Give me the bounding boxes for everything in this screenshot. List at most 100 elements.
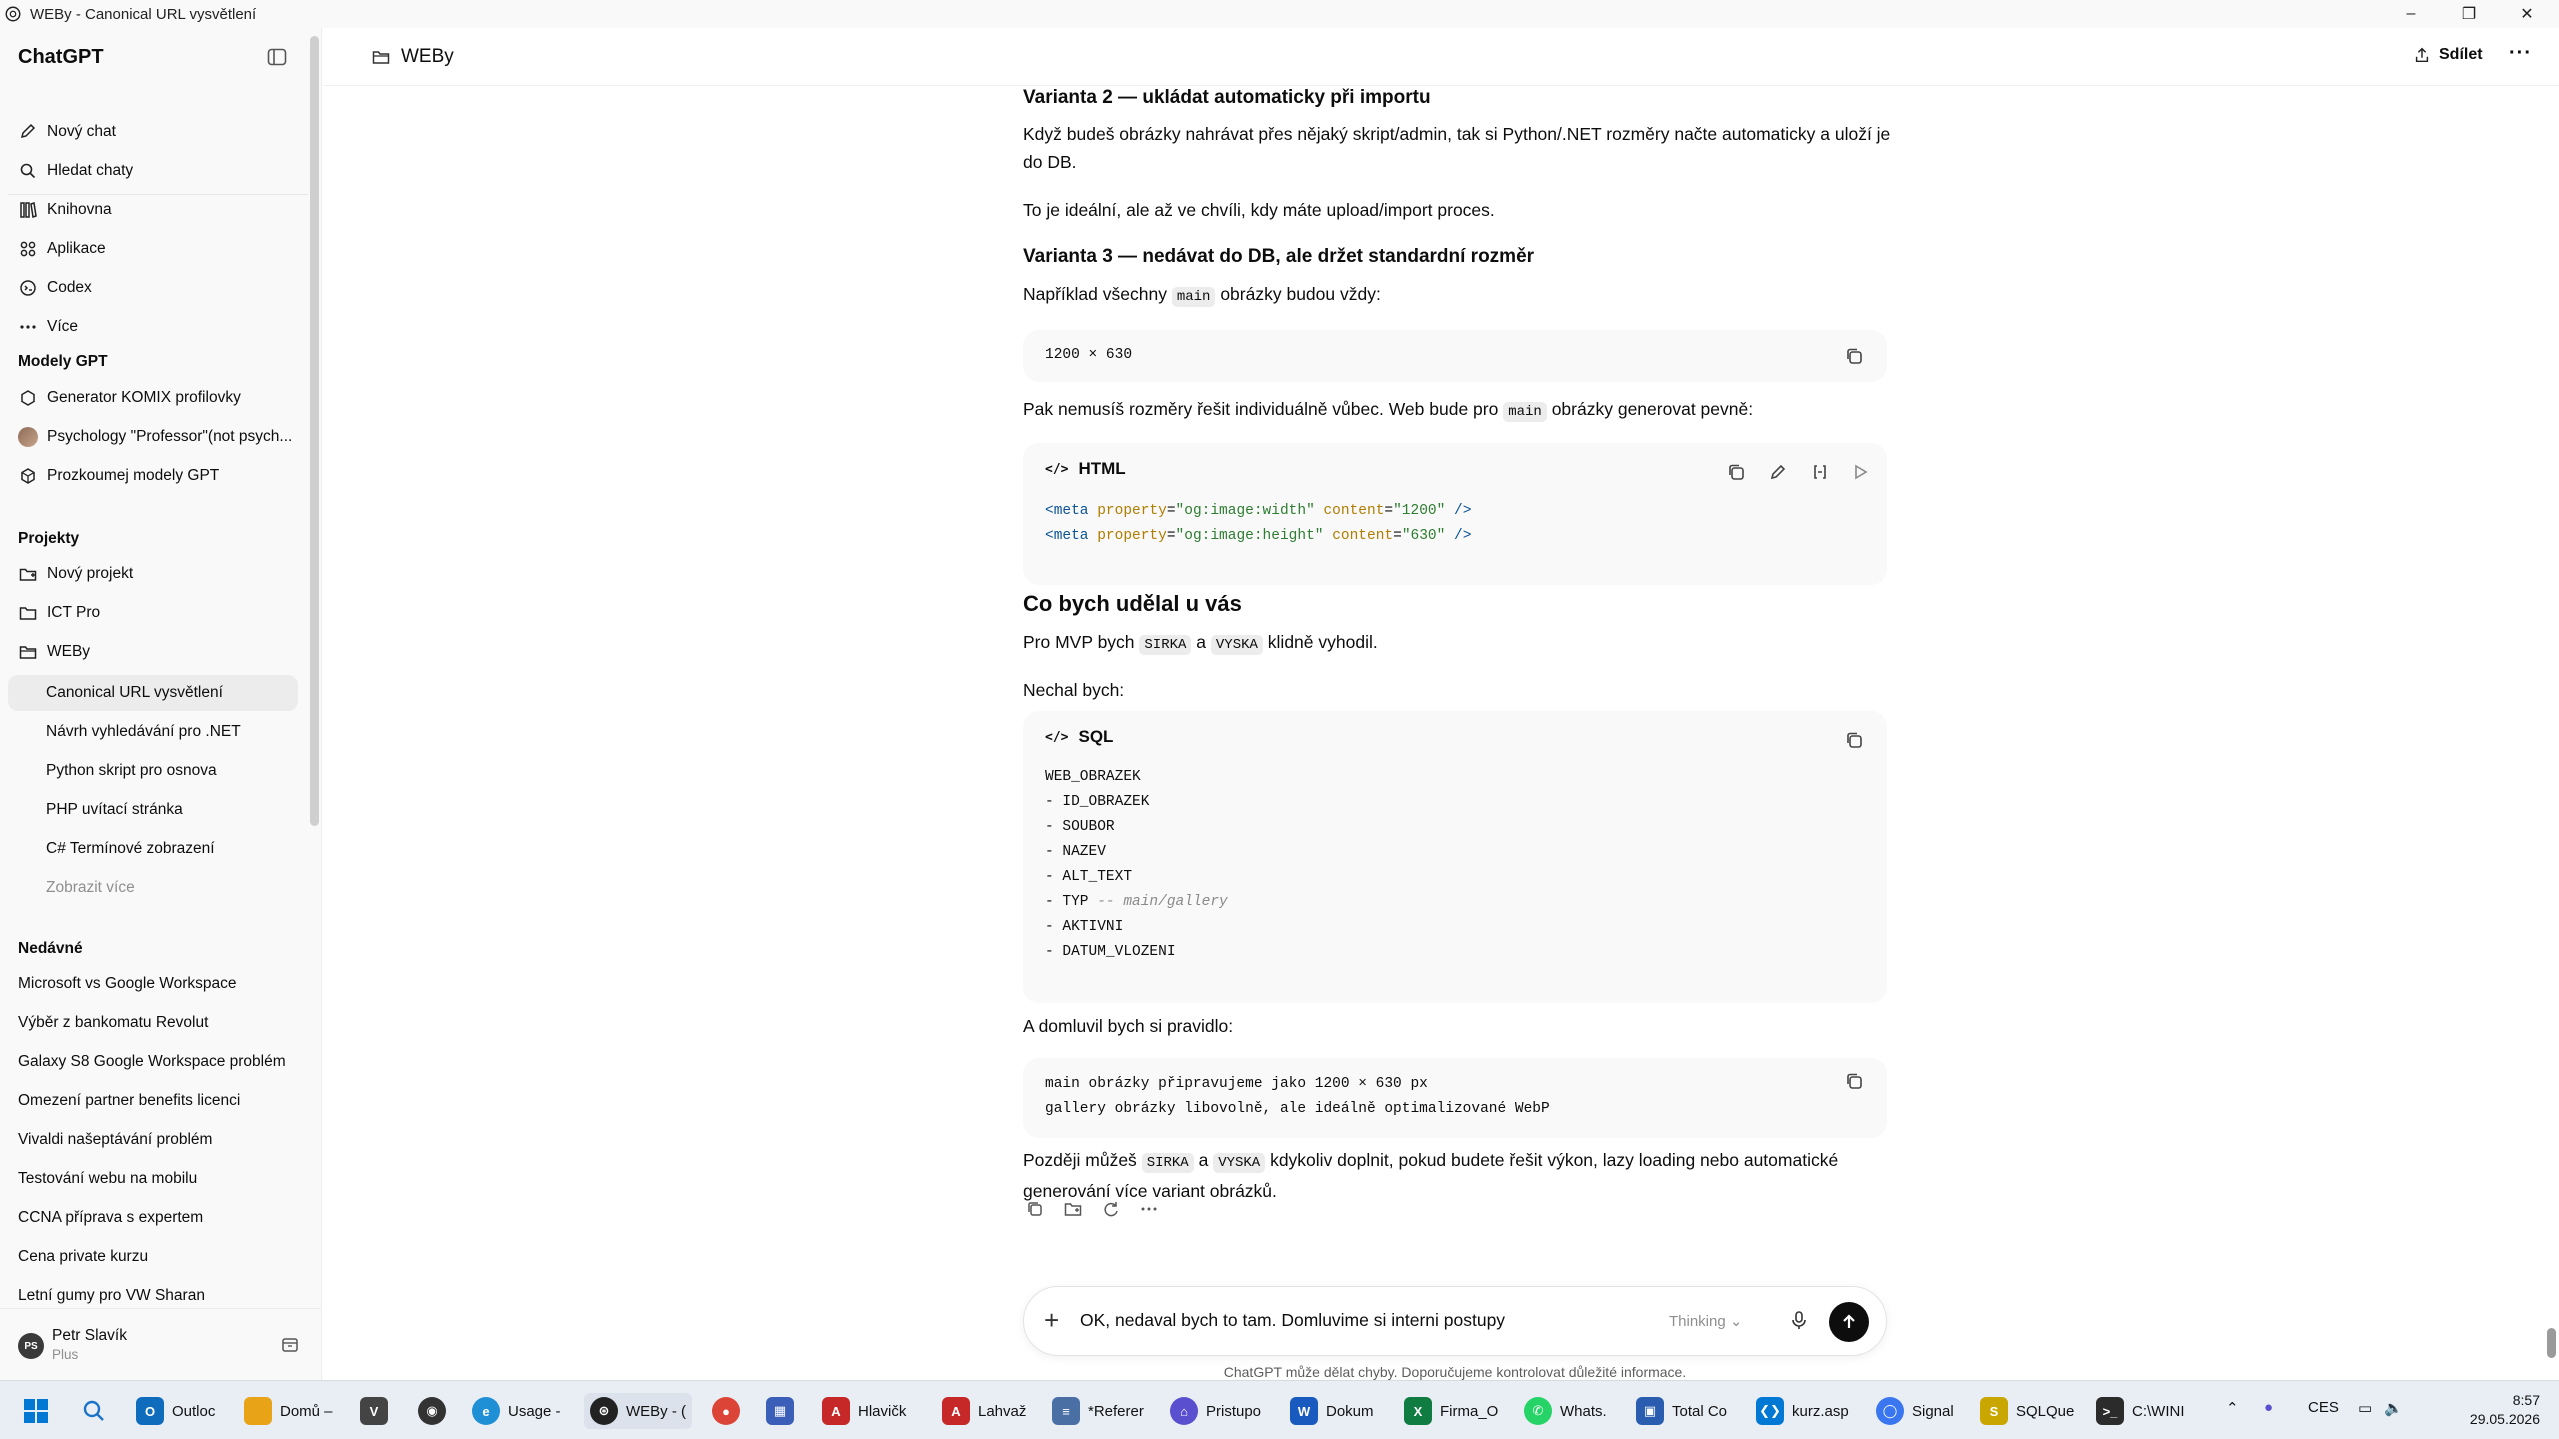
sidebar-item-new-project[interactable]: Nový projekt [8,556,298,592]
taskbar-app-whatsapp[interactable]: ✆ Whats. [1524,1393,1607,1429]
taskbar-app[interactable]: ▦ [766,1393,802,1429]
taskbar-app-chrome[interactable]: ● [712,1393,748,1429]
sidebar-item-label: Vivaldi našeptávání problém [18,1131,213,1148]
taskbar-app-explorer[interactable]: Domů – [244,1393,333,1429]
project-chat-php[interactable]: PHP uvítací stránka [8,792,298,828]
regenerate-icon[interactable] [1101,1199,1121,1219]
taskbar-app-chatgpt[interactable]: ⊛ WEBy - ( [584,1393,692,1429]
edit-icon[interactable] [1767,461,1789,483]
share-button[interactable]: Sdílet [2413,46,2483,64]
user-menu[interactable]: PS Petr Slavík Plus [0,1308,321,1380]
projects-heading: Projekty [18,530,80,547]
taskbar-app-notepad[interactable]: ≡ *Referer [1052,1393,1144,1429]
send-button[interactable] [1829,1302,1869,1342]
sidebar-item-label: CCNA příprava s expertem [18,1209,204,1226]
project-breadcrumb[interactable]: WEBy [371,46,454,68]
show-more-link[interactable]: Zobrazit více [8,870,298,906]
taskbar-app-label: WEBy - ( [626,1402,686,1420]
model-label: Thinking [1669,1313,1726,1330]
taskbar-app-pdf[interactable]: A Hlavičk [822,1393,906,1429]
taskbar-app-word[interactable]: W Dokum [1290,1393,1374,1429]
copy-icon[interactable] [1843,1070,1865,1092]
archive-icon[interactable] [280,1335,300,1355]
maximize-button[interactable]: ❐ [2440,0,2498,28]
tray-app-icon[interactable]: ● [2264,1399,2273,1416]
recent-chat-item[interactable]: Vivaldi našeptávání problém [8,1122,298,1158]
code-block-sql: </> SQL WEB_OBRAZEK - ID_OBRAZEK - SOUBO… [1023,711,1887,1003]
microphone-icon[interactable] [1788,1309,1810,1331]
copy-icon[interactable] [1725,461,1747,483]
main-panel: WEBy Sdílet ··· Varianta 2 — ukládat aut… [323,28,2559,1380]
tray-overflow-icon[interactable]: ⌃ [2226,1399,2239,1417]
text: Například všechny [1023,284,1167,304]
sidebar-item-gpt-psychology[interactable]: Psychology "Professor"(not psych... [8,419,298,455]
recent-chat-item[interactable]: CCNA příprava s expertem [8,1200,298,1236]
taskbar-app-vscode[interactable]: ❮❯ kurz.asp [1756,1393,1849,1429]
recent-chat-item[interactable]: Microsoft vs Google Workspace [8,966,298,1002]
taskbar-app-terminal[interactable]: >_ C:\WINI [2096,1393,2185,1429]
main-scrollbar[interactable] [2547,1328,2556,1358]
sidebar-toggle-icon[interactable] [266,46,288,68]
minimize-button[interactable]: – [2382,0,2440,28]
taskbar-app-pdf[interactable]: A Lahvaž [942,1393,1026,1429]
sidebar-item-gpt-komix[interactable]: Generator KOMIX profilovky [8,380,298,416]
recent-chat-item[interactable]: Omezení partner benefits licenci [8,1083,298,1119]
message-input[interactable]: OK, nedaval bych to tam. Domluvime si in… [1080,1310,1505,1331]
eye-app-icon: ◉ [418,1397,446,1425]
recent-chat-item[interactable]: Cena private kurzu [8,1239,298,1275]
project-chat-python[interactable]: Python skript pro osnova [8,753,298,789]
start-button[interactable] [22,1393,50,1429]
model-selector[interactable]: Thinking ⌄ [1669,1312,1742,1330]
sidebar-item-project-ict-pro[interactable]: ICT Pro [8,595,298,631]
network-icon[interactable]: ▭ [2358,1399,2372,1417]
sidebar-item-codex[interactable]: Codex [8,270,298,306]
sidebar-item-label: Výběr z bankomatu Revolut [18,1014,209,1031]
sidebar-item-library[interactable]: Knihovna [8,192,298,228]
taskbar-app[interactable]: V [360,1393,396,1429]
taskbar-app-outlook[interactable]: O Outloc [136,1393,215,1429]
recent-chat-item[interactable]: Testování webu na mobilu [8,1161,298,1197]
taskbar-app-totalcmd[interactable]: ▣ Total Co [1636,1393,1727,1429]
more-options-button[interactable]: ··· [2509,42,2532,65]
chrome-icon: ● [712,1397,740,1425]
sidebar-item-more[interactable]: Více [8,309,298,345]
sidebar-item-project-weby[interactable]: WEBy [8,634,298,670]
sidebar-item-apps[interactable]: Aplikace [8,231,298,267]
volume-icon[interactable]: 🔈 [2384,1399,2403,1417]
recent-chat-item[interactable]: Galaxy S8 Google Workspace problém [8,1044,298,1080]
taskbar-search-button[interactable] [80,1393,108,1429]
sidebar-scrollbar[interactable] [310,36,319,826]
code-line: WEB_OBRAZEK [1045,769,1141,785]
code-line: - TYP -- main/gallery [1045,890,1228,915]
sidebar-item-explore-gpts[interactable]: Prozkoumej modely GPT [8,458,298,494]
code-format-icon[interactable] [1809,461,1831,483]
save-to-project-icon[interactable] [1063,1199,1083,1219]
taskbar-app-signal[interactable]: ◯ Signal [1876,1393,1954,1429]
taskbar-app[interactable]: ◉ [418,1393,454,1429]
copy-icon[interactable] [1025,1199,1045,1219]
taskbar-app-edge[interactable]: e Usage - [472,1393,561,1429]
taskbar-app[interactable]: ⌂ Pristupo [1170,1393,1261,1429]
paragraph: Nechal bych: [1023,680,1125,700]
project-chat-canonical[interactable]: Canonical URL vysvětlení [8,675,298,711]
project-chat-navrh[interactable]: Návrh vyhledávání pro .NET [8,714,298,750]
copy-icon[interactable] [1843,345,1865,367]
project-chat-csharp[interactable]: C# Termínové zobrazení [8,831,298,867]
sidebar-item-label: Microsoft vs Google Workspace [18,975,237,992]
taskbar-app-sql[interactable]: S SQLQue [1980,1393,2074,1429]
run-icon[interactable] [1849,461,1871,483]
more-icon[interactable] [1139,1199,1159,1219]
taskbar-app-excel[interactable]: X Firma_O [1404,1393,1498,1429]
text: Později můžeš [1023,1150,1137,1170]
sidebar-item-search[interactable]: Hledat chaty [8,153,298,189]
sidebar-item-new-chat[interactable]: Nový chat [8,114,298,150]
code-token: content [1332,528,1394,544]
language-indicator[interactable]: CES [2308,1399,2339,1416]
clock[interactable]: 8:57 29.05.2026 [2440,1391,2540,1429]
taskbar-app-label: C:\WINI [2132,1402,2185,1420]
close-button[interactable]: ✕ [2498,0,2556,28]
recent-chat-item[interactable]: Výběr z bankomatu Revolut [8,1005,298,1041]
copy-icon[interactable] [1843,729,1865,751]
add-attachment-button[interactable]: + [1044,1307,1059,1333]
taskbar-app-label: Lahvaž [978,1402,1027,1420]
